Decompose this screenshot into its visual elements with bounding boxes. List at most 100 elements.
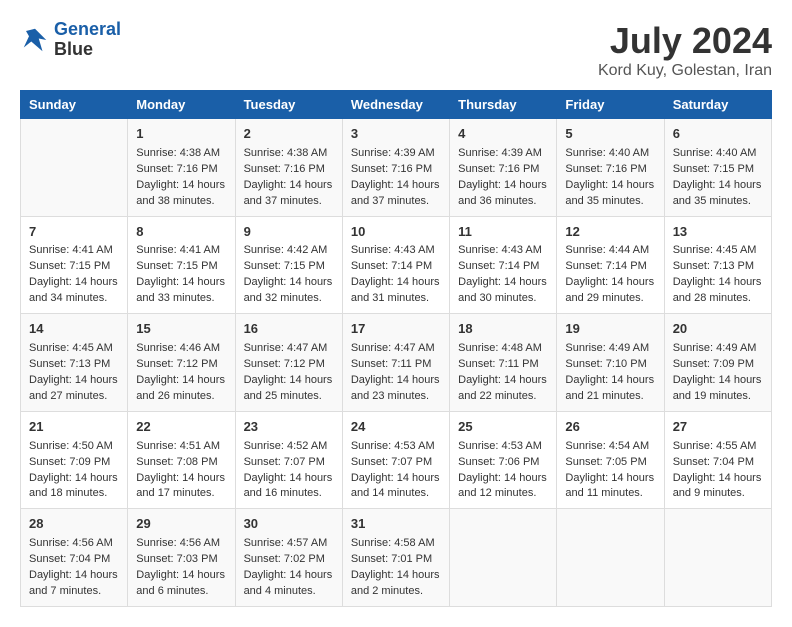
sunrise-text: Sunrise: 4:38 AM — [136, 147, 220, 159]
daylight-text: Daylight: 14 hours and 9 minutes. — [673, 472, 762, 500]
sunset-text: Sunset: 7:12 PM — [136, 358, 217, 370]
sunset-text: Sunset: 7:05 PM — [565, 456, 646, 468]
daylight-text: Daylight: 14 hours and 7 minutes. — [29, 569, 118, 597]
logo-line2: Blue — [54, 40, 121, 60]
day-number: 22 — [136, 418, 226, 437]
day-number: 25 — [458, 418, 548, 437]
calendar-cell: 20Sunrise: 4:49 AMSunset: 7:09 PMDayligh… — [664, 314, 771, 412]
daylight-text: Daylight: 14 hours and 11 minutes. — [565, 472, 654, 500]
daylight-text: Daylight: 14 hours and 23 minutes. — [351, 374, 440, 402]
calendar-cell: 8Sunrise: 4:41 AMSunset: 7:15 PMDaylight… — [128, 216, 235, 314]
logo-icon — [20, 25, 50, 55]
day-number: 3 — [351, 125, 441, 144]
sunrise-text: Sunrise: 4:40 AM — [565, 147, 649, 159]
sunrise-text: Sunrise: 4:49 AM — [565, 342, 649, 354]
day-number: 9 — [244, 223, 334, 242]
calendar-cell: 3Sunrise: 4:39 AMSunset: 7:16 PMDaylight… — [342, 119, 449, 217]
sunset-text: Sunset: 7:07 PM — [351, 456, 432, 468]
sunrise-text: Sunrise: 4:53 AM — [351, 440, 435, 452]
page-header: General Blue July 2024 Kord Kuy, Golesta… — [20, 20, 772, 80]
sunset-text: Sunset: 7:06 PM — [458, 456, 539, 468]
month-year-title: July 2024 — [598, 20, 772, 62]
logo-line1: General — [54, 19, 121, 39]
sunset-text: Sunset: 7:12 PM — [244, 358, 325, 370]
daylight-text: Daylight: 14 hours and 19 minutes. — [673, 374, 762, 402]
calendar-cell: 2Sunrise: 4:38 AMSunset: 7:16 PMDaylight… — [235, 119, 342, 217]
calendar-cell — [664, 509, 771, 607]
calendar-cell: 29Sunrise: 4:56 AMSunset: 7:03 PMDayligh… — [128, 509, 235, 607]
sunrise-text: Sunrise: 4:46 AM — [136, 342, 220, 354]
calendar-cell: 1Sunrise: 4:38 AMSunset: 7:16 PMDaylight… — [128, 119, 235, 217]
sunset-text: Sunset: 7:01 PM — [351, 553, 432, 565]
day-number: 14 — [29, 320, 119, 339]
sunset-text: Sunset: 7:15 PM — [136, 260, 217, 272]
sunset-text: Sunset: 7:14 PM — [565, 260, 646, 272]
header-day-thursday: Thursday — [450, 91, 557, 119]
sunset-text: Sunset: 7:07 PM — [244, 456, 325, 468]
header-day-friday: Friday — [557, 91, 664, 119]
daylight-text: Daylight: 14 hours and 28 minutes. — [673, 276, 762, 304]
day-number: 19 — [565, 320, 655, 339]
sunset-text: Sunset: 7:03 PM — [136, 553, 217, 565]
daylight-text: Daylight: 14 hours and 35 minutes. — [673, 179, 762, 207]
calendar-cell: 9Sunrise: 4:42 AMSunset: 7:15 PMDaylight… — [235, 216, 342, 314]
header-day-wednesday: Wednesday — [342, 91, 449, 119]
calendar-cell: 4Sunrise: 4:39 AMSunset: 7:16 PMDaylight… — [450, 119, 557, 217]
daylight-text: Daylight: 14 hours and 4 minutes. — [244, 569, 333, 597]
day-number: 20 — [673, 320, 763, 339]
sunrise-text: Sunrise: 4:41 AM — [29, 244, 113, 256]
sunrise-text: Sunrise: 4:39 AM — [351, 147, 435, 159]
day-number: 23 — [244, 418, 334, 437]
sunrise-text: Sunrise: 4:47 AM — [244, 342, 328, 354]
day-number: 6 — [673, 125, 763, 144]
day-number: 18 — [458, 320, 548, 339]
day-number: 7 — [29, 223, 119, 242]
header-day-tuesday: Tuesday — [235, 91, 342, 119]
sunset-text: Sunset: 7:09 PM — [673, 358, 754, 370]
week-row-1: 1 Sunrise: 4:38 AM Sunset: 7:16 PM Daylight… — [21, 119, 772, 217]
calendar-cell: 31Sunrise: 4:58 AMSunset: 7:01 PMDayligh… — [342, 509, 449, 607]
sunrise-text: Sunrise: 4:55 AM — [673, 440, 757, 452]
day-number: 13 — [673, 223, 763, 242]
calendar-cell: 14Sunrise: 4:45 AMSunset: 7:13 PMDayligh… — [21, 314, 128, 412]
daylight-text: Daylight: 14 hours and 2 minutes. — [351, 569, 440, 597]
sunset-text: Sunset: 7:09 PM — [29, 456, 110, 468]
day-number: 27 — [673, 418, 763, 437]
sunrise-text: Sunrise: 4:52 AM — [244, 440, 328, 452]
sunrise-text: Sunrise: 4:44 AM — [565, 244, 649, 256]
day-number: 4 — [458, 125, 548, 144]
calendar-cell: 13Sunrise: 4:45 AMSunset: 7:13 PMDayligh… — [664, 216, 771, 314]
day-number: 5 — [565, 125, 655, 144]
sunrise-text: Sunrise: 4:39 AM — [458, 147, 542, 159]
daylight-text: Daylight: 14 hours and 30 minutes. — [458, 276, 547, 304]
sunrise-text: Sunrise: 4:53 AM — [458, 440, 542, 452]
day-number: 21 — [29, 418, 119, 437]
daylight-text: Daylight: 14 hours and 14 minutes. — [351, 472, 440, 500]
sunrise-text: Sunrise: 4:45 AM — [29, 342, 113, 354]
day-number: 29 — [136, 515, 226, 534]
daylight-text: Daylight: 14 hours and 17 minutes. — [136, 472, 225, 500]
calendar-cell: 6Sunrise: 4:40 AMSunset: 7:15 PMDaylight… — [664, 119, 771, 217]
daylight-text: Daylight: 14 hours and 26 minutes. — [136, 374, 225, 402]
day-number: 10 — [351, 223, 441, 242]
sunset-text: Sunset: 7:16 PM — [458, 163, 539, 175]
calendar-cell — [450, 509, 557, 607]
day-number: 1 — [136, 125, 226, 144]
calendar-body: 1 Sunrise: 4:38 AM Sunset: 7:16 PM Daylight… — [21, 119, 772, 607]
calendar-cell: 27Sunrise: 4:55 AMSunset: 7:04 PMDayligh… — [664, 411, 771, 509]
calendar-cell: 28Sunrise: 4:56 AMSunset: 7:04 PMDayligh… — [21, 509, 128, 607]
sunrise-text: Sunrise: 4:57 AM — [244, 537, 328, 549]
daylight-text: Daylight: 14 hours and 33 minutes. — [136, 276, 225, 304]
sunset-text: Sunset: 7:02 PM — [244, 553, 325, 565]
sunset-text: Sunset: 7:14 PM — [351, 260, 432, 272]
sunrise-text: Sunrise: 4:48 AM — [458, 342, 542, 354]
sunset-text: Sunset: 7:11 PM — [351, 358, 432, 370]
calendar-cell: 5Sunrise: 4:40 AMSunset: 7:16 PMDaylight… — [557, 119, 664, 217]
sunset-text: Sunset: 7:16 PM — [136, 163, 217, 175]
sunset-text: Sunset: 7:14 PM — [458, 260, 539, 272]
daylight-text: Daylight: 14 hours and 18 minutes. — [29, 472, 118, 500]
calendar-cell: 22Sunrise: 4:51 AMSunset: 7:08 PMDayligh… — [128, 411, 235, 509]
week-row-4: 21Sunrise: 4:50 AMSunset: 7:09 PMDayligh… — [21, 411, 772, 509]
sunrise-text: Sunrise: 4:47 AM — [351, 342, 435, 354]
title-area: July 2024 Kord Kuy, Golestan, Iran — [598, 20, 772, 80]
